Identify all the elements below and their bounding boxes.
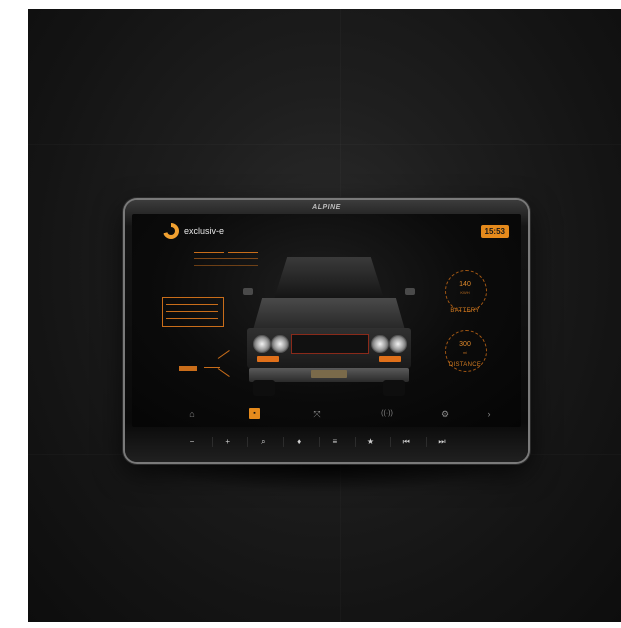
telemetry-line: [166, 304, 218, 305]
search-icon[interactable]: ⌕: [247, 437, 278, 447]
car-indicator: [379, 356, 401, 362]
head-unit: ALPINE exclusiv-e 15:53 140 KWH BATTERY …: [125, 200, 528, 462]
hardware-button-row: − + ⌕ ♦ ≡ ★ ⏮ ⏭: [177, 436, 457, 448]
car-headlamp: [371, 335, 389, 353]
wall-seam: [28, 144, 621, 145]
car-hood: [253, 298, 405, 330]
volume-down-icon[interactable]: −: [177, 437, 207, 447]
car-windshield: [274, 257, 384, 299]
car-mirror: [243, 288, 253, 295]
settings-icon[interactable]: ⚙: [438, 407, 452, 421]
next-track-icon[interactable]: ⏭: [425, 437, 457, 447]
car-indicator: [257, 356, 279, 362]
battery-label: BATTERY: [450, 308, 480, 314]
car-headlamp: [253, 335, 271, 353]
volume-up-icon[interactable]: +: [211, 437, 243, 447]
telemetry-line: [194, 252, 224, 253]
battery-unit: KWH: [460, 290, 470, 295]
radio-icon[interactable]: ((·)): [375, 407, 399, 421]
expand-icon[interactable]: ⤧: [310, 407, 324, 421]
connector-line: [217, 368, 230, 377]
car-mirror: [405, 288, 415, 295]
car-headlamp: [271, 335, 289, 353]
car-wheel: [253, 380, 275, 396]
mic-icon[interactable]: ♦: [283, 437, 314, 447]
car-image: [239, 252, 419, 402]
car-headlamp: [389, 335, 407, 353]
app-title: exclusiv-e: [184, 226, 225, 236]
telemetry-panel: [162, 297, 224, 327]
exclusive-logo-icon: [163, 223, 179, 239]
connector-line: [217, 350, 230, 359]
menu-icon[interactable]: ≡: [318, 437, 350, 447]
clock-badge: 15:53: [480, 225, 509, 238]
car-wheel: [383, 380, 405, 396]
distance-unit: mi: [462, 350, 468, 355]
telemetry-line: [166, 311, 218, 312]
prev-track-icon[interactable]: ⏮: [390, 437, 421, 447]
touchscreen[interactable]: exclusiv-e 15:53 140 KWH BATTERY 300 mi …: [132, 214, 521, 427]
battery-value: 140: [459, 281, 471, 288]
status-bar: [179, 366, 197, 371]
brand-logo: ALPINE: [312, 204, 341, 211]
bottom-nav: ⌂ ▪ ⤧ ((·)) ⚙ ›: [132, 403, 521, 425]
license-plate: [311, 370, 347, 378]
next-icon[interactable]: ›: [482, 407, 496, 421]
telemetry-line: [166, 318, 218, 319]
car-icon[interactable]: ▪: [249, 408, 260, 419]
distance-value: 300: [459, 341, 471, 348]
distance-label: DISTANCE: [448, 362, 482, 368]
favorite-icon[interactable]: ★: [354, 437, 386, 447]
seat-icon[interactable]: ⌂: [185, 407, 199, 421]
car-grille: [291, 334, 369, 354]
